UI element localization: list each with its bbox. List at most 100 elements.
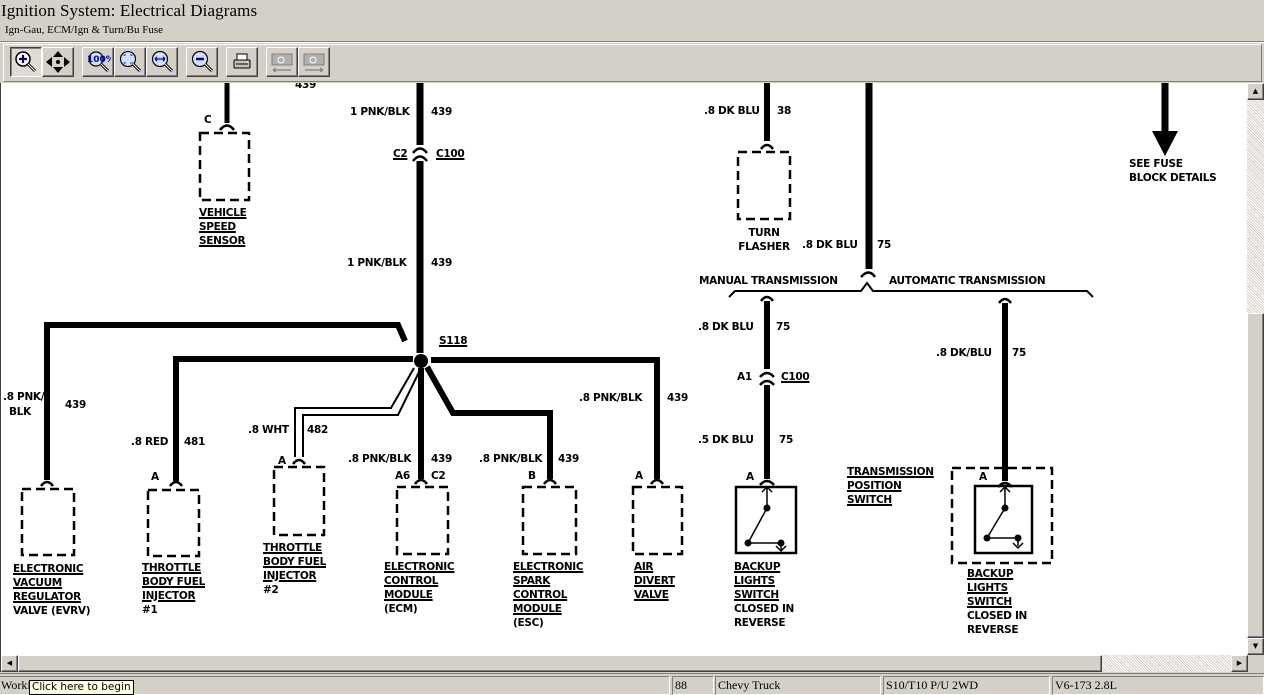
diagram-canvas[interactable]: 439 SEE FUSE BLOCK DETAILS 1 PNK/BLK 439… [0, 83, 1247, 655]
component-line: SWITCH [734, 589, 779, 601]
status-model: S10/T10 P/U 2WD [883, 676, 1050, 695]
connector-manual-switch [759, 479, 775, 486]
component-line: (ECM) [384, 603, 418, 615]
scroll-track-right[interactable] [1102, 655, 1231, 672]
circuit-label-tbi2: 482 [307, 424, 329, 436]
wire-label-turn: .8 DK BLU [704, 105, 760, 117]
magnifier-width-icon [151, 50, 174, 73]
four-way-arrows-icon [46, 51, 70, 73]
scroll-left-button[interactable]: ◀ [1, 655, 18, 672]
wire-label-manual-upper: .8 DK BLU [698, 321, 754, 333]
circuit-label-backup-feed: 75 [877, 239, 892, 251]
component-line: ELECTRONIC [384, 561, 455, 573]
component-line: SPARK [513, 575, 551, 587]
next-diagram-button[interactable] [298, 47, 330, 77]
component-line: VALVE (EVRV) [13, 605, 91, 617]
status-engine: V6-173 2.8L [1052, 676, 1264, 695]
circuit-label-main-top: 439 [431, 106, 453, 118]
component-line: INJECTOR [142, 590, 196, 602]
branch-label-manual: MANUAL TRANSMISSION [699, 275, 838, 287]
component-line: ELECTRONIC [13, 563, 84, 575]
wire-label-auto: .8 DK/BLU [936, 347, 992, 359]
vertical-scrollbar[interactable]: ▲ ▼ [1247, 83, 1264, 655]
splice-s118 [414, 354, 428, 368]
component-line: LIGHTS [967, 582, 1008, 594]
horizontal-scrollbar[interactable]: ◀ ▶ [0, 655, 1264, 672]
component-backup-lights-switch-auto[interactable]: BACKUP LIGHTS SWITCH CLOSED IN REVERSE [967, 567, 1027, 637]
magnifier-plus-icon [15, 51, 37, 73]
connector-ecm [414, 478, 428, 485]
pin-label-esc: B [528, 470, 536, 482]
circuit-label-air: 439 [667, 392, 689, 404]
vertical-scroll-thumb[interactable] [1247, 313, 1264, 638]
pin-label-vss: C [204, 114, 212, 126]
wire-label-evrv-2: BLK [9, 406, 31, 418]
print-button[interactable] [226, 47, 258, 77]
box-evrv [20, 487, 76, 557]
title-area: Ignition System: Electrical Diagrams Ign… [0, 0, 1264, 41]
pin-label-manual-a1: A1 [737, 371, 752, 383]
zoom-out-button[interactable] [186, 47, 218, 77]
circuit-label-manual-lower: 75 [779, 434, 794, 446]
component-line: (ESC) [513, 617, 544, 629]
box-vss [198, 131, 251, 202]
zoom-width-button[interactable] [146, 47, 178, 77]
zoom-in-button[interactable] [10, 47, 42, 77]
component-line: SENSOR [199, 235, 246, 247]
status-bar: Working... Please Wait 88 Chevy Truck S1… [0, 673, 1264, 695]
magnifier-minus-icon [191, 50, 214, 73]
arrow-down-icon: ▼ [1252, 642, 1259, 650]
component-ecm[interactable]: ELECTRONIC CONTROL MODULE (ECM) [384, 560, 455, 616]
camera-forward-icon [303, 53, 325, 73]
component-line: FLASHER [738, 241, 790, 253]
connector-c100-top [412, 147, 428, 162]
component-line: POSITION [847, 480, 902, 492]
component-line: VEHICLE [199, 207, 247, 219]
pin-label-tbi1: A [151, 471, 159, 483]
component-tbi-1[interactable]: THROTTLE BODY FUEL INJECTOR #1 [142, 561, 205, 617]
component-air-divert-valve[interactable]: AIR DIVERT VALVE [634, 560, 675, 602]
scroll-track-upper[interactable] [1247, 100, 1264, 313]
scroll-down-button[interactable]: ▼ [1247, 638, 1264, 655]
connector-c100-manual [759, 371, 775, 386]
pin-label-auto-switch: A [979, 471, 987, 483]
wire-label-tbi2: .8 WHT [248, 424, 289, 436]
component-tbi-2[interactable]: THROTTLE BODY FUEL INJECTOR #2 [263, 541, 326, 597]
scroll-up-button[interactable]: ▲ [1247, 83, 1264, 100]
component-line: REVERSE [967, 624, 1019, 636]
zoom-100-button[interactable]: 100% [82, 47, 114, 77]
pin-label-c2: C2 [393, 148, 408, 160]
connector-feed [860, 271, 877, 278]
fuse-note-line2: BLOCK DETAILS [1129, 172, 1217, 184]
svg-text:100%: 100% [87, 55, 111, 65]
component-esc[interactable]: ELECTRONIC SPARK CONTROL MODULE (ESC) [513, 560, 584, 630]
circuit-label-auto: 75 [1012, 347, 1027, 359]
horizontal-scroll-thumb[interactable] [18, 655, 1102, 672]
fuse-arrow-head [1152, 131, 1178, 156]
box-tbi1 [146, 488, 201, 558]
previous-diagram-button[interactable] [266, 47, 298, 77]
wire-label-main-top: 1 PNK/BLK [350, 106, 410, 118]
scroll-right-button[interactable]: ▶ [1231, 655, 1248, 672]
circuit-label-esc: 439 [558, 453, 580, 465]
component-turn-flasher[interactable]: TURN FLASHER [738, 226, 790, 254]
pan-button[interactable] [42, 47, 74, 77]
component-line: LIGHTS [734, 575, 775, 587]
pin-label-tbi2: A [278, 455, 286, 467]
connector-tbi1 [169, 480, 183, 487]
component-backup-lights-switch-manual[interactable]: BACKUP LIGHTS SWITCH CLOSED IN REVERSE [734, 560, 794, 630]
fuse-note-line1: SEE FUSE [1129, 158, 1183, 170]
component-line: INJECTOR [263, 570, 317, 582]
box-tbi2 [272, 465, 326, 537]
zoom-fit-button[interactable] [114, 47, 146, 77]
splice-label: S118 [439, 335, 468, 347]
component-transmission-position-switch[interactable]: TRANSMISSION POSITION SWITCH [847, 465, 934, 507]
component-line: SWITCH [967, 596, 1012, 608]
connector-label-ecm: C2 [431, 470, 446, 482]
component-line: BODY FUEL [142, 576, 206, 588]
component-vehicle-speed-sensor[interactable]: VEHICLE SPEED SENSOR [199, 206, 247, 248]
component-line: CONTROL [513, 589, 568, 601]
camera-back-icon [271, 53, 293, 73]
wire-tbi2-inner [302, 367, 422, 457]
component-evrv[interactable]: ELECTRONIC VACUUM REGULATOR VALVE (EVRV) [13, 562, 91, 618]
